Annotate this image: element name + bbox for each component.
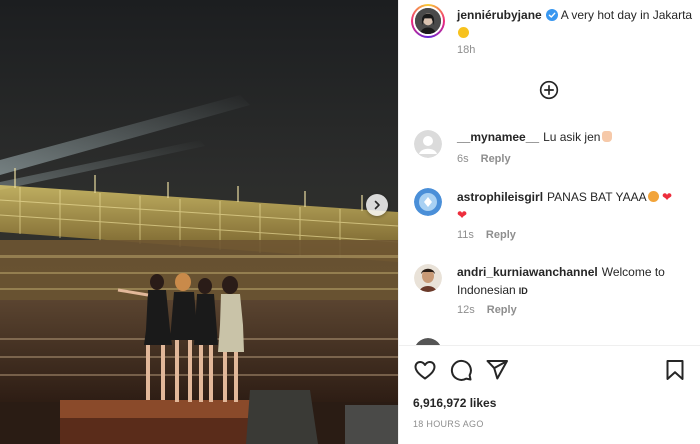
comment-avatar[interactable]	[414, 188, 442, 216]
comment-text: Lu asik jen	[543, 130, 601, 144]
next-photo-button[interactable]	[366, 194, 388, 216]
like-button[interactable]	[413, 358, 437, 382]
comment-avatar[interactable]	[414, 130, 442, 158]
comment: andri_kurniawanchannel Welcome to Indones…	[457, 263, 693, 300]
reply-button[interactable]: Reply	[481, 153, 511, 165]
comment-meta: 6s Reply	[457, 153, 511, 165]
plus-circle-icon	[539, 80, 559, 100]
verified-badge-icon	[545, 9, 558, 21]
comment-meta: 11s Reply	[457, 229, 516, 241]
comments-section: jenniérubyjane A very hot day in Jakarta …	[399, 0, 700, 345]
comment-time: 6s	[457, 153, 469, 165]
chevron-right-icon	[374, 200, 380, 210]
partial-avatar	[415, 338, 441, 345]
post-timestamp[interactable]: 18 HOURS AGO	[413, 419, 484, 429]
post-sidebar: jenniérubyjane A very hot day in Jakarta …	[398, 0, 700, 444]
author-username[interactable]: jenniérubyjane	[457, 8, 542, 22]
save-button[interactable]	[663, 358, 687, 382]
red-heart-emoji-icon: ❤	[661, 190, 673, 204]
default-avatar-icon	[414, 130, 442, 158]
red-heart-emoji-icon: ❤	[457, 208, 468, 222]
comment-avatar[interactable]	[414, 264, 442, 292]
indonesia-flag-emoji: ID	[518, 286, 528, 296]
andri-avatar	[414, 264, 442, 292]
comment-meta: 12s Reply	[457, 304, 517, 316]
comment-time: 12s	[457, 304, 475, 316]
share-button[interactable]	[485, 358, 509, 382]
sun-emoji-icon	[458, 27, 469, 38]
post-photo	[0, 0, 398, 444]
post-age: 18h	[457, 44, 476, 56]
reply-button[interactable]: Reply	[486, 229, 516, 241]
concert-photo	[0, 0, 398, 444]
hot-face-emoji-icon	[647, 191, 659, 202]
author-avatar-image	[415, 8, 441, 34]
comment-username[interactable]: astrophileisgirl	[457, 190, 543, 204]
comment-avatar-partial[interactable]	[414, 338, 442, 345]
comment-button[interactable]	[449, 358, 473, 382]
caption-text: A very hot day in Jakarta	[560, 8, 693, 22]
load-more-comments-button[interactable]	[539, 80, 559, 100]
post-caption: jenniérubyjane A very hot day in Jakarta	[457, 6, 693, 42]
reply-button[interactable]: Reply	[487, 304, 517, 316]
comment-text: PANAS BAT YAAA	[547, 190, 647, 204]
post-actions	[399, 355, 700, 383]
astrophileisgirl-avatar	[414, 188, 442, 216]
divider	[399, 345, 700, 346]
comment: __mynamee__ Lu asik jen	[457, 128, 693, 146]
bookmark-icon	[666, 360, 684, 380]
heart-icon	[414, 361, 436, 380]
comment-time: 11s	[457, 229, 474, 241]
likes-count[interactable]: 6,916,972 likes	[413, 396, 496, 410]
send-icon	[486, 360, 508, 380]
comment-username[interactable]: __mynamee__	[457, 130, 539, 144]
author-avatar[interactable]	[411, 4, 445, 38]
comment-icon	[450, 359, 472, 381]
hand-emoji-icon	[602, 131, 613, 142]
comment-username[interactable]: andri_kurniawanchannel	[457, 265, 598, 279]
comment: astrophileisgirl PANAS BAT YAAA ❤ ❤	[457, 188, 693, 224]
